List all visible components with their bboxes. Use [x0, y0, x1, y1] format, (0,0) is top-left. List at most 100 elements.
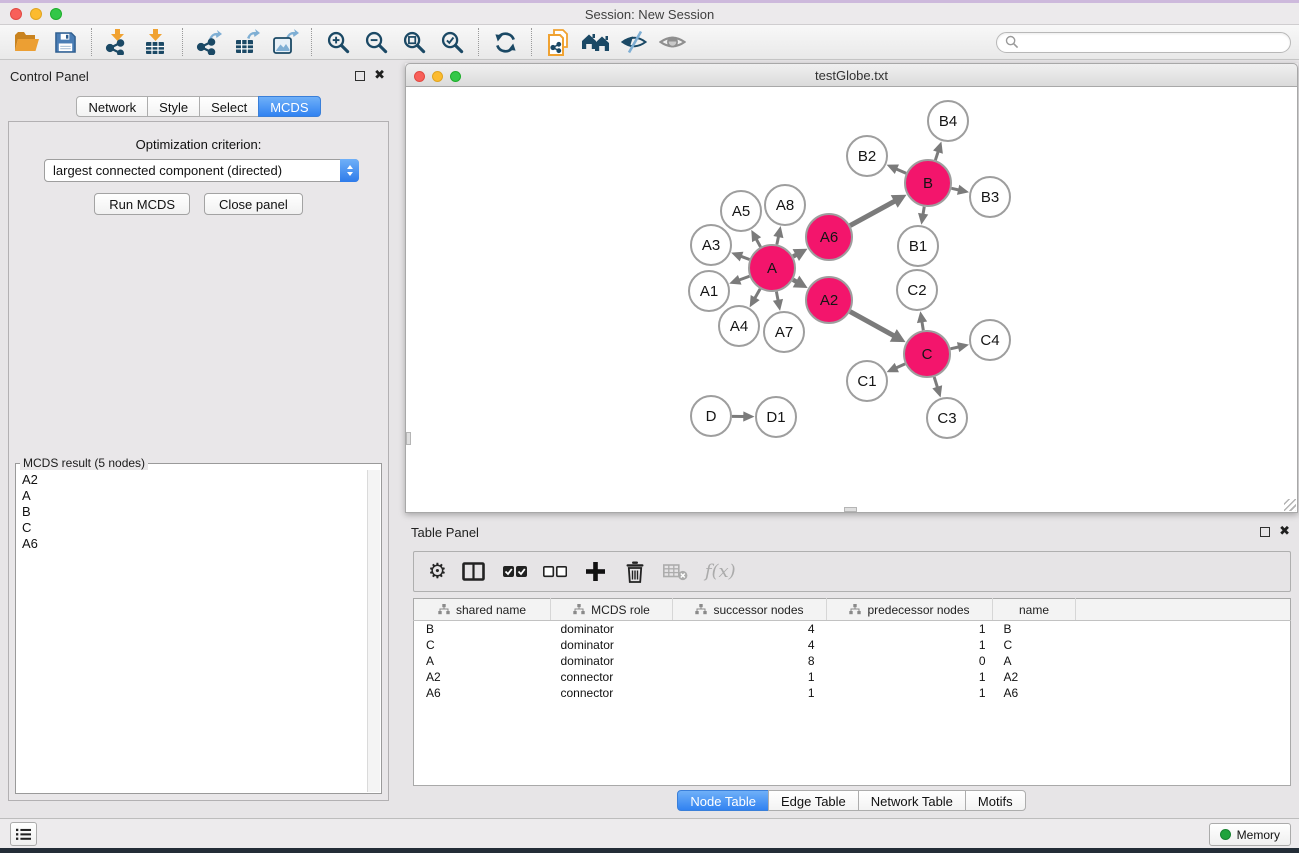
table-cell[interactable]: 1	[827, 621, 993, 637]
table-header-row[interactable]: shared nameMCDS rolesuccessor nodesprede…	[414, 599, 1291, 621]
split-panel-button[interactable]	[462, 562, 485, 581]
resize-grip[interactable]	[1284, 499, 1296, 511]
table-cell[interactable]: A	[993, 653, 1076, 669]
tab-network-table[interactable]: Network Table	[858, 790, 966, 811]
table-row[interactable]: Adominator80A	[414, 653, 1291, 669]
memory-button[interactable]: Memory	[1209, 823, 1291, 846]
table-cell[interactable]: A2	[993, 669, 1076, 685]
table-cell[interactable]: 1	[827, 685, 993, 701]
table-cell[interactable]: 8	[673, 653, 827, 669]
delete-table-button[interactable]	[663, 563, 688, 581]
graph-edge-A6-B[interactable]	[850, 201, 895, 226]
table-row[interactable]: Cdominator41C	[414, 637, 1291, 653]
tab-edge-table[interactable]: Edge Table	[768, 790, 859, 811]
table-row[interactable]: A6connector11A6	[414, 685, 1291, 701]
mcds-result-item[interactable]: A2	[17, 472, 366, 488]
graph-edge-A-A3[interactable]	[741, 256, 750, 259]
graph-edge-A-A1[interactable]	[739, 276, 750, 280]
column-header-predecessor-nodes[interactable]: predecessor nodes	[827, 599, 993, 621]
run-mcds-button[interactable]: Run MCDS	[94, 193, 190, 215]
table-cell[interactable]: 1	[827, 637, 993, 653]
mcds-result-item[interactable]: A	[17, 488, 366, 504]
table-cell[interactable]: dominator	[551, 637, 673, 653]
export-image-button[interactable]	[267, 27, 303, 58]
column-header-successor-nodes[interactable]: successor nodes	[673, 599, 827, 621]
create-column-button[interactable]	[586, 562, 605, 581]
search-box[interactable]	[996, 32, 1291, 53]
graph-edge-A-A5[interactable]	[756, 239, 760, 247]
close-panel-button-mcds[interactable]: Close panel	[204, 193, 303, 215]
vertical-scroll-nub[interactable]	[406, 432, 411, 445]
tab-network[interactable]: Network	[76, 96, 148, 117]
table-cell[interactable]: dominator	[551, 653, 673, 669]
graph-edge-A-A8[interactable]	[777, 236, 779, 244]
table-cell[interactable]: C	[414, 637, 551, 653]
table-cell[interactable]: B	[993, 621, 1076, 637]
search-input[interactable]	[1024, 35, 1282, 49]
table-cell[interactable]: connector	[551, 669, 673, 685]
tab-node-table[interactable]: Node Table	[677, 790, 769, 811]
table-cell[interactable]: 4	[673, 621, 827, 637]
result-scrollbar[interactable]	[367, 470, 380, 792]
zoom-in-button[interactable]	[320, 27, 356, 58]
table-cell[interactable]: connector	[551, 685, 673, 701]
mcds-result-item[interactable]: A6	[17, 536, 366, 552]
open-session-button[interactable]	[9, 27, 45, 58]
table-cell[interactable]: dominator	[551, 621, 673, 637]
select-all-columns-button[interactable]	[503, 565, 527, 578]
table-settings-button[interactable]: ⚙	[428, 561, 447, 582]
column-header-name[interactable]: name	[993, 599, 1076, 621]
delete-columns-button[interactable]	[625, 561, 645, 583]
zoom-selected-button[interactable]	[434, 27, 470, 58]
import-table-button[interactable]	[138, 27, 174, 58]
table-cell[interactable]: B	[414, 621, 551, 637]
graph-edge-B-B4[interactable]	[935, 151, 938, 160]
graph-edge-C-C2[interactable]	[922, 321, 923, 330]
optimization-criterion-select[interactable]: largest connected component (directed)	[44, 159, 359, 182]
save-session-button[interactable]	[47, 27, 83, 58]
close-table-panel-button[interactable]: ✖	[1279, 527, 1290, 537]
table-row[interactable]: A2connector11A2	[414, 669, 1291, 685]
refresh-view-button[interactable]	[487, 27, 523, 58]
table-cell[interactable]: C	[993, 637, 1076, 653]
table-cell[interactable]: 0	[827, 653, 993, 669]
tab-select[interactable]: Select	[199, 96, 259, 117]
graph-edge-A-A4[interactable]	[755, 289, 760, 299]
table-cell[interactable]: A	[414, 653, 551, 669]
export-table-button[interactable]	[229, 27, 265, 58]
tab-mcds[interactable]: MCDS	[258, 96, 320, 117]
column-header-mcds-role[interactable]: MCDS role	[551, 599, 673, 621]
table-cell[interactable]: 1	[827, 669, 993, 685]
export-network-button[interactable]	[191, 27, 227, 58]
tab-style[interactable]: Style	[147, 96, 200, 117]
clone-network-button[interactable]	[540, 27, 576, 58]
column-header-shared-name[interactable]: shared name	[414, 599, 551, 621]
horizontal-scroll-nub[interactable]	[844, 507, 857, 512]
network-window-titlebar[interactable]: testGlobe.txt	[405, 63, 1298, 87]
show-graphics-details-button[interactable]	[654, 27, 690, 58]
task-history-button[interactable]	[10, 822, 37, 846]
zoom-out-button[interactable]	[358, 27, 394, 58]
function-builder-button[interactable]: f(x)	[705, 561, 736, 582]
network-canvas[interactable]: B4B2BB3A8A5A6B1A3AA1C2A2A4A7C4CC1C3DD1	[405, 87, 1298, 513]
table-cell[interactable]: A2	[414, 669, 551, 685]
graph-edge-C-C3[interactable]	[934, 377, 937, 388]
table-row[interactable]: Bdominator41B	[414, 621, 1291, 637]
graph-edge-C-C4[interactable]	[950, 347, 959, 349]
home-button[interactable]	[578, 27, 614, 58]
graph-edge-A-A7[interactable]	[776, 292, 778, 301]
graph-edge-B-B2[interactable]	[896, 169, 906, 173]
mcds-result-item[interactable]: C	[17, 520, 366, 536]
zoom-fit-button[interactable]	[396, 27, 432, 58]
mcds-result-item[interactable]: B	[17, 504, 366, 520]
graph-edge-C-C1[interactable]	[896, 364, 905, 368]
float-table-panel-button[interactable]	[1260, 527, 1270, 537]
table-cell[interactable]: A6	[414, 685, 551, 701]
hide-graphics-details-button[interactable]	[616, 27, 652, 58]
graph-edge-B-B1[interactable]	[923, 207, 924, 215]
table-cell[interactable]: 4	[673, 637, 827, 653]
graph-edge-B-B3[interactable]	[951, 188, 959, 190]
close-panel-button[interactable]: ✖	[374, 71, 385, 81]
unselect-all-columns-button[interactable]	[543, 565, 567, 578]
graph-edge-A2-C[interactable]	[850, 312, 894, 336]
